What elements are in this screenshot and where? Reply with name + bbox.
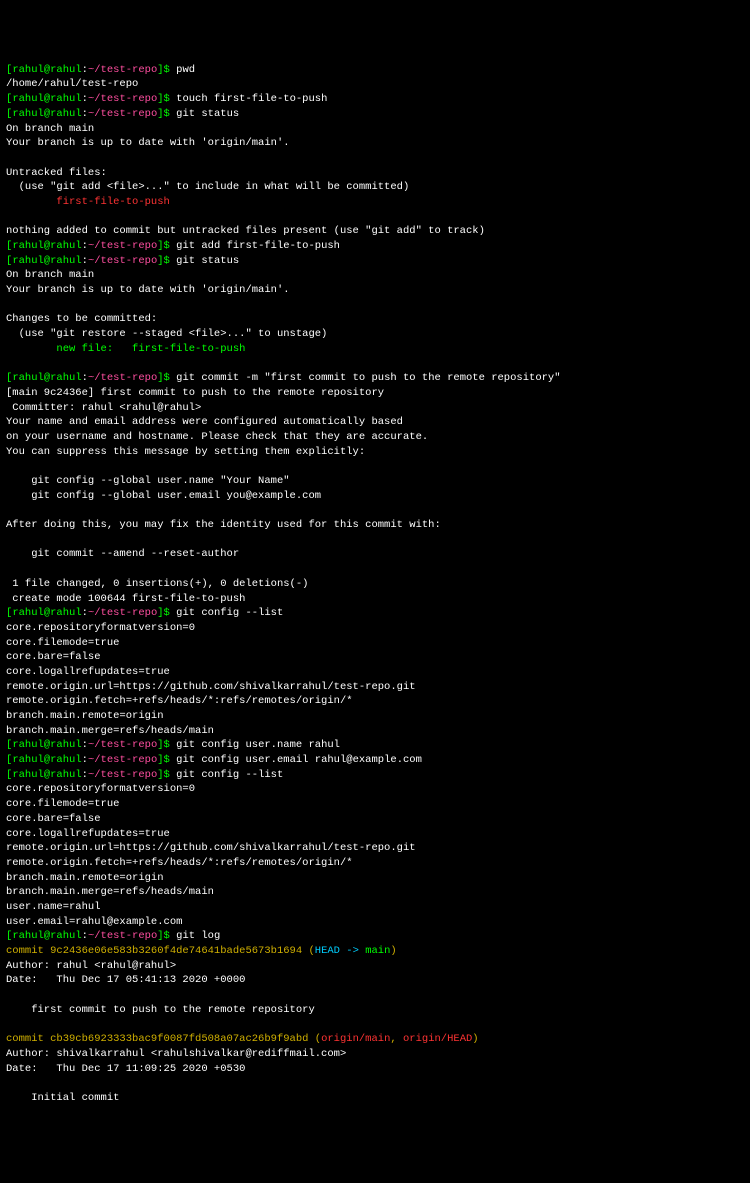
terminal-output[interactable]: [rahul@rahul:~/test-repo]$ pwd /home/rah… — [6, 63, 750, 1106]
